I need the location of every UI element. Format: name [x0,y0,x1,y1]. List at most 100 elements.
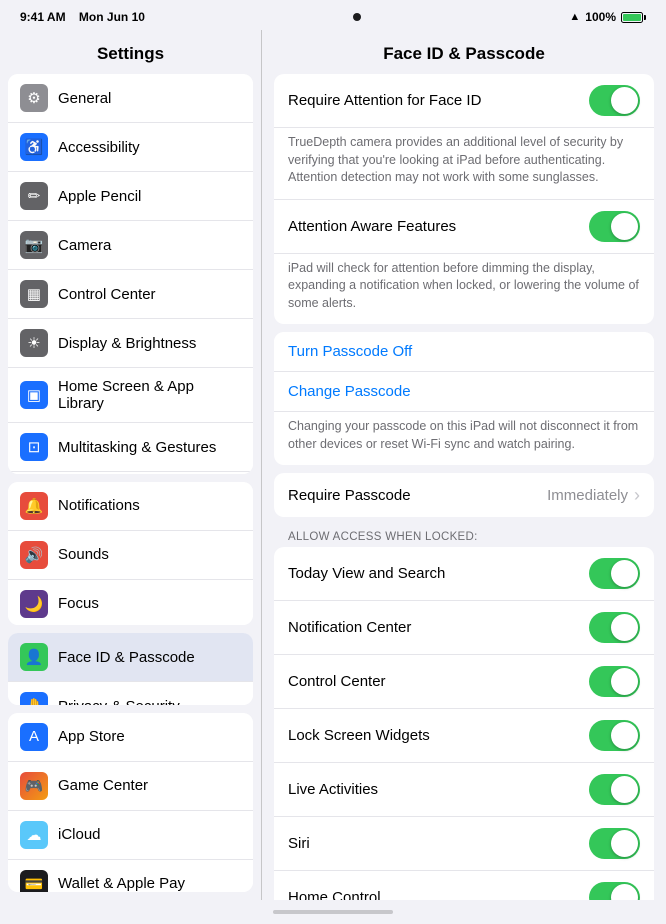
sidebar-item-app-store[interactable]: A App Store [8,713,253,762]
battery-percentage: 100% [585,10,616,24]
sidebar-group-notifications: 🔔 Notifications 🔊 Sounds 🌙 Focus ⏱ Scree… [8,482,253,625]
icloud-icon: ☁ [20,821,48,849]
require-passcode-label: Require Passcode [288,487,547,504]
sidebar-item-sounds[interactable]: 🔊 Sounds [8,531,253,580]
siri-locked-label: Siri [288,835,589,852]
notifications-icon: 🔔 [20,492,48,520]
sidebar-item-privacy-security[interactable]: 🤚 Privacy & Security [8,682,253,704]
require-passcode-value: Immediately [547,485,640,506]
sidebar-item-label: Display & Brightness [58,335,196,352]
status-indicators: ▲ 100% [569,10,646,24]
sidebar-item-notifications[interactable]: 🔔 Notifications [8,482,253,531]
sidebar-item-home-screen[interactable]: ▣ Home Screen & App Library [8,368,253,423]
home-indicator [0,900,666,924]
sidebar-item-multitasking[interactable]: ⊡ Multitasking & Gestures [8,423,253,472]
sidebar-item-label: Apple Pencil [58,188,141,205]
sidebar-item-label: Home Screen & App Library [58,378,241,412]
passcode-description: Changing your passcode on this iPad will… [274,412,654,465]
wifi-icon: ▲ [569,11,580,23]
detail-title: Face ID & Passcode [262,30,666,74]
control-center-toggle[interactable] [589,666,640,697]
notification-center-toggle[interactable] [589,612,640,643]
general-icon: ⚙ [20,84,48,112]
siri-locked-toggle[interactable] [589,828,640,859]
notification-center-row: Notification Center [274,601,654,655]
focus-icon: 🌙 [20,590,48,618]
game-center-icon: 🎮 [20,772,48,800]
attention-aware-toggle[interactable] [589,211,640,242]
sidebar-item-label: Notifications [58,497,140,514]
siri-locked-row: Siri [274,817,654,871]
sidebar-item-display-brightness[interactable]: ☀ Display & Brightness [8,319,253,368]
control-center-label: Control Center [288,673,589,690]
sidebar-item-label: Sounds [58,546,109,563]
sidebar-item-label: Camera [58,237,111,254]
sidebar-item-label: Control Center [58,286,156,303]
live-activities-row: Live Activities [274,763,654,817]
sidebar-title: Settings [0,30,261,74]
multitasking-icon: ⊡ [20,433,48,461]
sidebar-item-apple-pencil[interactable]: ✏ Apple Pencil [8,172,253,221]
apple-pencil-icon: ✏ [20,182,48,210]
sidebar-item-label: Game Center [58,777,148,794]
sidebar-item-focus[interactable]: 🌙 Focus [8,580,253,625]
sidebar-item-accessibility[interactable]: ♿ Accessibility [8,123,253,172]
today-view-label: Today View and Search [288,565,589,582]
sidebar-item-label: Multitasking & Gestures [58,439,216,456]
live-activities-label: Live Activities [288,781,589,798]
today-view-row: Today View and Search [274,547,654,601]
control-center-icon: ▦ [20,280,48,308]
sidebar-item-search[interactable]: 🔍 Search [8,472,253,474]
app-store-icon: A [20,723,48,751]
sidebar-item-label: Focus [58,595,99,612]
require-passcode-row[interactable]: Require Passcode Immediately [274,473,654,517]
sidebar-item-face-id[interactable]: 👤 Face ID & Passcode [8,633,253,682]
lock-screen-widgets-toggle[interactable] [589,720,640,751]
privacy-icon: 🤚 [20,692,48,704]
home-control-label: Home Control [288,889,589,900]
detail-section-require-passcode: Require Passcode Immediately [274,473,654,517]
sidebar-group-apps: A App Store 🎮 Game Center ☁ iCloud 💳 Wal… [8,713,253,892]
allow-access-header: ALLOW ACCESS WHEN LOCKED: [274,525,654,547]
sidebar-item-label: General [58,90,111,107]
live-activities-toggle[interactable] [589,774,640,805]
sidebar-item-wallet-apple-pay[interactable]: 💳 Wallet & Apple Pay [8,860,253,892]
today-view-toggle[interactable] [589,558,640,589]
sidebar-item-game-center[interactable]: 🎮 Game Center [8,762,253,811]
wallet-icon: 💳 [20,870,48,892]
home-screen-icon: ▣ [20,381,48,409]
detail-panel: Face ID & Passcode Require Attention for… [262,30,666,900]
accessibility-icon: ♿ [20,133,48,161]
status-time-date: 9:41 AM Mon Jun 10 [20,10,145,24]
battery-icon [621,12,646,23]
home-control-toggle[interactable] [589,882,640,900]
front-camera-dot [353,13,361,21]
lock-screen-widgets-row: Lock Screen Widgets [274,709,654,763]
home-bar [273,910,393,914]
lock-screen-widgets-label: Lock Screen Widgets [288,727,589,744]
turn-passcode-off-button[interactable]: Turn Passcode Off [274,332,654,372]
sidebar-group-system: ⚙ General ♿ Accessibility ✏ Apple Pencil… [8,74,253,474]
sidebar-item-label: Privacy & Security [58,698,180,705]
sidebar-item-general[interactable]: ⚙ General [8,74,253,123]
notification-center-label: Notification Center [288,619,589,636]
sidebar-item-camera[interactable]: 📷 Camera [8,221,253,270]
detail-section-passcode: Turn Passcode Off Change Passcode Changi… [274,332,654,465]
sidebar-item-control-center[interactable]: ▦ Control Center [8,270,253,319]
sidebar-item-label: App Store [58,728,125,745]
require-attention-row: Require Attention for Face ID [274,74,654,128]
detail-section-attention: Require Attention for Face ID TrueDepth … [274,74,654,324]
sidebar-item-label: Face ID & Passcode [58,649,195,666]
display-brightness-icon: ☀ [20,329,48,357]
sounds-icon: 🔊 [20,541,48,569]
require-attention-toggle[interactable] [589,85,640,116]
sidebar-item-icloud[interactable]: ☁ iCloud [8,811,253,860]
require-attention-description: TrueDepth camera provides an additional … [274,128,654,200]
attention-aware-description: iPad will check for attention before dim… [274,254,654,325]
sidebar: Settings ⚙ General ♿ Accessibility ✏ App… [0,30,262,900]
home-control-row: Home Control [274,871,654,900]
change-passcode-button[interactable]: Change Passcode [274,372,654,412]
face-id-icon: 👤 [20,643,48,671]
sidebar-item-label: Accessibility [58,139,140,156]
attention-aware-label: Attention Aware Features [288,218,589,235]
